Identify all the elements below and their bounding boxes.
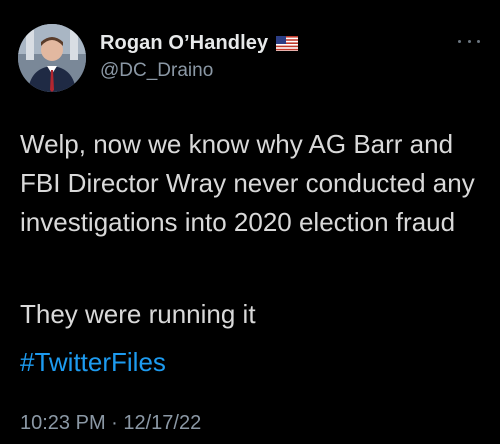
tweet-body-text: Welp, now we know why AG Barr and FBI Di… [20,129,475,237]
author-name-row: Rogan O’Handley [100,32,299,55]
dot [477,39,480,43]
profile-photo-icon [18,24,86,92]
author-handle[interactable]: @DC_Draino [100,60,213,82]
dot [458,39,461,43]
dot [467,39,471,43]
tweet-second-line: They were running it [20,299,256,329]
us-flag-icon [276,36,299,51]
author-display-name[interactable]: Rogan O’Handley [100,32,268,55]
hashtag-link[interactable]: #TwitterFiles [20,344,166,380]
tweet-timestamp[interactable]: 10:23 PM · 12/17/22 [20,412,201,435]
tweet-card: Rogan O’Handley @DC_Draino Welp, now we … [0,0,500,444]
avatar[interactable] [18,24,86,92]
more-options-icon[interactable] [458,36,480,46]
